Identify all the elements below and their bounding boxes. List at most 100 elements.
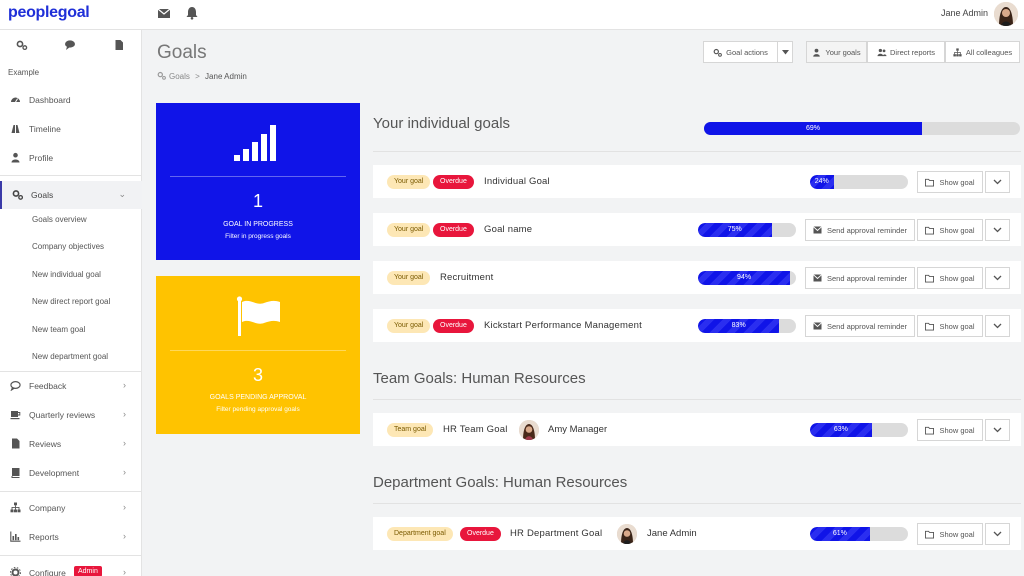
goal-actions-label: Goal actions xyxy=(726,47,768,57)
tab-your-goals[interactable]: Your goals xyxy=(806,41,867,63)
show-goal-button[interactable]: Show goal xyxy=(917,171,983,193)
owner-name[interactable]: Amy Manager xyxy=(548,424,607,435)
goal-actions-dropdown[interactable] xyxy=(777,41,793,63)
chat-icon[interactable] xyxy=(64,39,76,51)
goal-name[interactable]: Recruitment xyxy=(440,272,493,283)
sidebar-item-label: Quarterly reviews xyxy=(29,410,96,420)
goal-name[interactable]: Goal name xyxy=(484,224,532,235)
show-goal-button[interactable]: Show goal xyxy=(917,267,983,289)
chevron-right-icon: › xyxy=(123,438,126,448)
department-goals-title: Department Goals: Human Resources xyxy=(373,474,628,491)
goal-row-kickstart[interactable]: Your goal Overdue Kickstart Performance … xyxy=(373,309,1021,342)
sidebar-item-label: Dashboard xyxy=(29,95,71,105)
sidebar-item-profile[interactable]: Profile xyxy=(0,147,142,169)
show-goal-button[interactable]: Show goal xyxy=(917,419,983,441)
sidebar-subitem-new-department-goal[interactable]: New department goal xyxy=(32,352,108,361)
goal-menu-button[interactable] xyxy=(985,523,1010,545)
tab-label: Your goals xyxy=(825,47,861,57)
overdue-tag: Overdue xyxy=(433,175,474,189)
your-goal-tag: Your goal xyxy=(387,223,431,237)
sidebar-item-dashboard[interactable]: Dashboard xyxy=(0,89,142,111)
show-goal-button[interactable]: Show goal xyxy=(917,523,983,545)
chevron-right-icon: › xyxy=(123,502,126,512)
goal-row-recruitment[interactable]: Your goal Recruitment 94% Send approval … xyxy=(373,261,1021,294)
goal-name[interactable]: HR Team Goal xyxy=(443,424,508,435)
goal-name[interactable]: Kickstart Performance Management xyxy=(484,320,642,331)
sidebar-item-timeline[interactable]: Timeline xyxy=(0,118,142,140)
settings-icon[interactable] xyxy=(16,39,28,51)
owner-name[interactable]: Jane Admin xyxy=(647,528,697,539)
goals-in-progress-card[interactable]: 1 GOAL IN PROGRESS Filter in progress go… xyxy=(156,103,360,260)
sidebar-divider xyxy=(0,371,142,372)
user-avatar[interactable] xyxy=(994,2,1018,26)
show-goal-label: Show goal xyxy=(939,321,975,331)
sidebar-item-configure[interactable]: Configure Admin › xyxy=(0,562,142,576)
sidebar-item-reports[interactable]: Reports › xyxy=(0,526,142,548)
tab-all-colleagues[interactable]: All colleagues xyxy=(945,41,1020,63)
goals-pending-caption: GOALS PENDING APPROVAL xyxy=(209,394,307,401)
show-goal-label: Show goal xyxy=(939,225,975,235)
sidebar-item-company[interactable]: Company › xyxy=(0,497,142,519)
show-goal-button[interactable]: Show goal xyxy=(917,315,983,337)
page-title: Goals xyxy=(157,42,207,63)
goal-menu-button[interactable] xyxy=(985,219,1010,241)
envelope-icon xyxy=(813,225,822,235)
sidebar-subitem-goals-overview[interactable]: Goals overview xyxy=(32,215,87,224)
goal-row-hr-department-goal[interactable]: Department goal Overdue HR Department Go… xyxy=(373,517,1021,550)
goal-progress-bar: 63% xyxy=(810,423,908,437)
folder-icon xyxy=(925,426,935,435)
sidebar-subitem-new-team-goal[interactable]: New team goal xyxy=(32,325,85,334)
owner-avatar[interactable] xyxy=(519,420,539,440)
card-divider xyxy=(170,350,346,351)
sidebar-item-quarterly-reviews[interactable]: Quarterly reviews › xyxy=(0,404,142,426)
sidebar-subitem-company-objectives[interactable]: Company objectives xyxy=(32,242,104,251)
sidebar-item-goals[interactable]: Goals ⌄ xyxy=(0,181,142,209)
breadcrumb-root[interactable]: Goals xyxy=(169,72,190,81)
goal-row-hr-team-goal[interactable]: Team goal HR Team Goal Amy Manager 63% S… xyxy=(373,413,1021,446)
document-icon[interactable] xyxy=(113,39,125,51)
owner-avatar[interactable] xyxy=(617,524,637,544)
goal-menu-button[interactable] xyxy=(985,171,1010,193)
sitemap-icon xyxy=(953,47,962,57)
sidebar-item-label: Reviews xyxy=(29,439,62,449)
goal-actions-button[interactable]: Goal actions xyxy=(703,41,778,63)
goal-name[interactable]: HR Department Goal xyxy=(510,528,602,539)
logo[interactable]: peoplegoal xyxy=(8,4,90,22)
goal-menu-button[interactable] xyxy=(985,419,1010,441)
mail-icon[interactable] xyxy=(157,6,173,22)
overall-progress-fill: 69% xyxy=(704,122,923,135)
send-approval-reminder-button[interactable]: Send approval reminder xyxy=(805,267,915,289)
sidebar-item-development[interactable]: Development › xyxy=(0,462,142,484)
comment-icon xyxy=(10,380,21,391)
chevron-down-icon xyxy=(993,179,1002,185)
sidebar-subitem-new-individual-goal[interactable]: New individual goal xyxy=(32,270,101,279)
tab-direct-reports[interactable]: Direct reports xyxy=(867,41,945,63)
goal-progress-fill: 63% xyxy=(810,423,872,437)
sidebar-item-feedback[interactable]: Feedback › xyxy=(0,375,142,397)
sidebar-divider xyxy=(0,491,142,492)
signal-bars-icon xyxy=(234,121,282,163)
sidebar-subitem-new-direct-report-goal[interactable]: New direct report goal xyxy=(32,297,110,306)
goal-row-individual-goal[interactable]: Your goal Overdue Individual Goal 24% Sh… xyxy=(373,165,1021,198)
send-approval-reminder-label: Send approval reminder xyxy=(826,225,908,235)
overdue-tag: Overdue xyxy=(433,223,474,237)
send-approval-reminder-button[interactable]: Send approval reminder xyxy=(805,315,915,337)
goal-menu-button[interactable] xyxy=(985,315,1010,337)
overall-progress-bar: 69% xyxy=(704,122,1020,135)
goal-name[interactable]: Individual Goal xyxy=(484,176,550,187)
goal-row-goal-name[interactable]: Your goal Overdue Goal name 75% Send app… xyxy=(373,213,1021,246)
filter-in-progress-link[interactable]: Filter in progress goals xyxy=(156,233,360,240)
user-name[interactable]: Jane Admin xyxy=(941,8,988,18)
goal-progress-fill: 61% xyxy=(810,527,870,541)
bell-icon[interactable] xyxy=(185,6,201,22)
sidebar-item-reviews[interactable]: Reviews › xyxy=(0,433,142,455)
show-goal-label: Show goal xyxy=(939,177,975,187)
users-icon xyxy=(877,48,887,57)
send-approval-reminder-button[interactable]: Send approval reminder xyxy=(805,219,915,241)
show-goal-button[interactable]: Show goal xyxy=(917,219,983,241)
goal-menu-button[interactable] xyxy=(985,267,1010,289)
folder-icon xyxy=(925,178,935,187)
show-goal-label: Show goal xyxy=(939,425,975,435)
filter-pending-link[interactable]: Filter pending approval goals xyxy=(156,406,360,413)
goals-pending-card[interactable]: 3 GOALS PENDING APPROVAL Filter pending … xyxy=(156,276,360,434)
